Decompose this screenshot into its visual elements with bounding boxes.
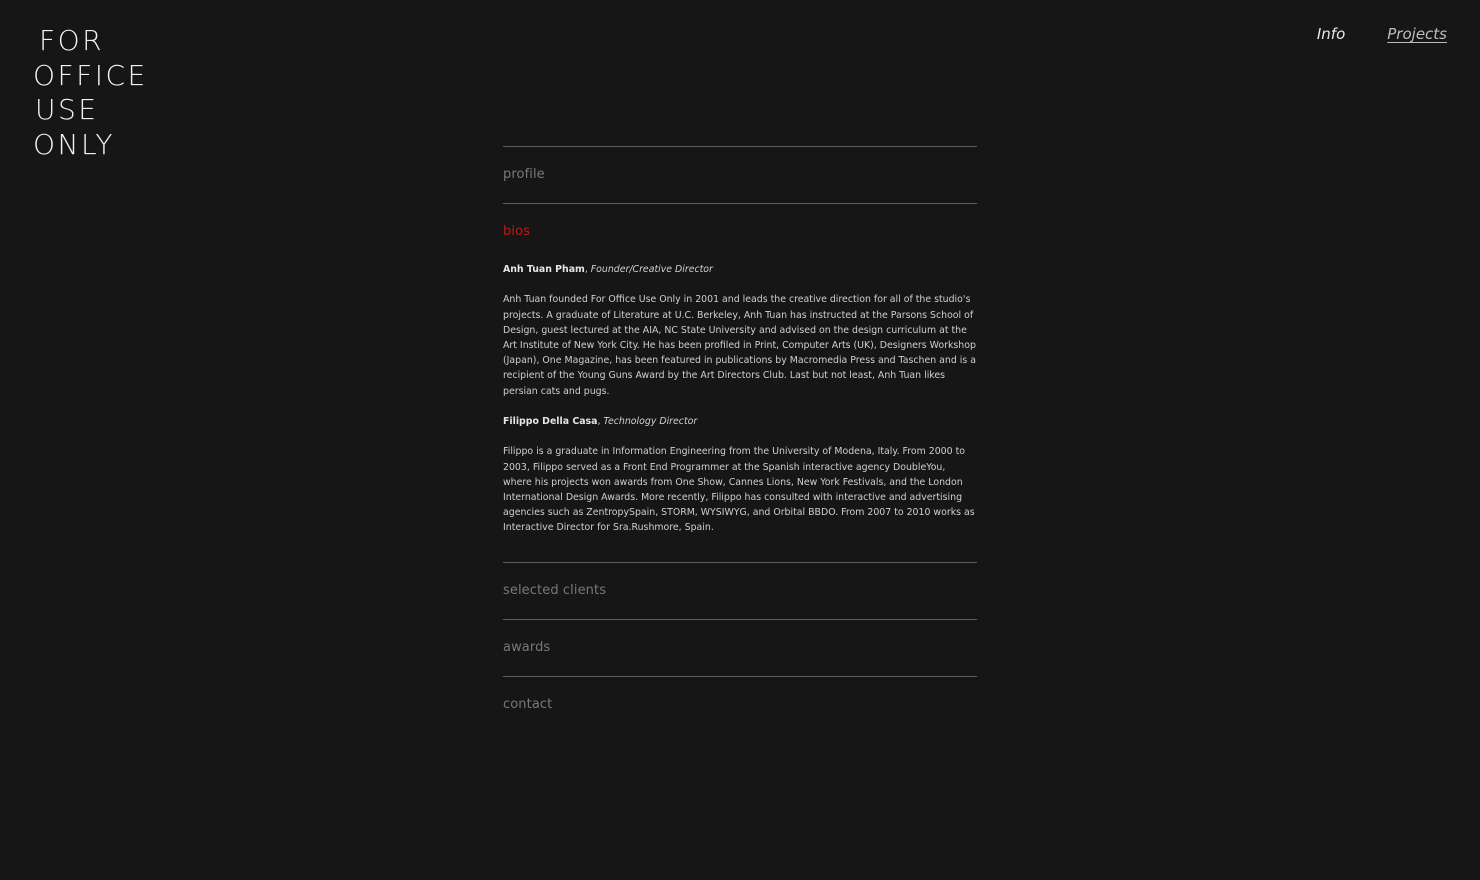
nav-projects-link[interactable]: Projects — [1387, 25, 1447, 43]
bio-role: Founder/Creative Director — [590, 264, 713, 275]
logo-line: OFFICE — [33, 58, 148, 92]
section-contact: contact — [503, 675, 977, 733]
site-logo[interactable]: FOR OFFICE USE ONLY — [33, 24, 148, 162]
bio-text: Filippo is a graduate in Information Eng… — [503, 446, 975, 534]
page: FOR OFFICE USE ONLY Info Projects profil… — [0, 0, 1480, 880]
section-title-bios[interactable]: bios — [503, 204, 977, 260]
bio-heading: Filippo Della Casa, Technology Director — [503, 414, 977, 429]
logo-line: ONLY — [33, 127, 115, 161]
logo-line: USE — [35, 93, 99, 126]
bio-name: Anh Tuan Pham — [503, 264, 585, 275]
section-title-profile[interactable]: profile — [503, 147, 977, 203]
section-awards: awards — [503, 618, 977, 676]
logo-line: FOR — [39, 24, 105, 57]
bio-name: Filippo Della Casa — [503, 416, 598, 427]
bio-role: Technology Director — [603, 416, 698, 427]
bio-text: Anh Tuan founded For Office Use Only in … — [503, 294, 976, 397]
section-title-selected-clients[interactable]: selected clients — [503, 563, 977, 619]
info-accordion: profile bios Anh Tuan Pham, Founder/Crea… — [503, 146, 977, 733]
top-nav: Info Projects — [1317, 25, 1447, 43]
bio-heading: Anh Tuan Pham, Founder/Creative Director — [503, 262, 977, 277]
section-bios: bios Anh Tuan Pham, Founder/Creative Dir… — [503, 203, 977, 562]
nav-info-link[interactable]: Info — [1317, 25, 1345, 43]
section-title-awards[interactable]: awards — [503, 620, 977, 676]
section-selected-clients: selected clients — [503, 561, 977, 619]
section-title-contact[interactable]: contact — [503, 677, 977, 733]
bios-content: Anh Tuan Pham, Founder/Creative Director… — [503, 260, 977, 562]
section-profile: profile — [503, 146, 977, 203]
